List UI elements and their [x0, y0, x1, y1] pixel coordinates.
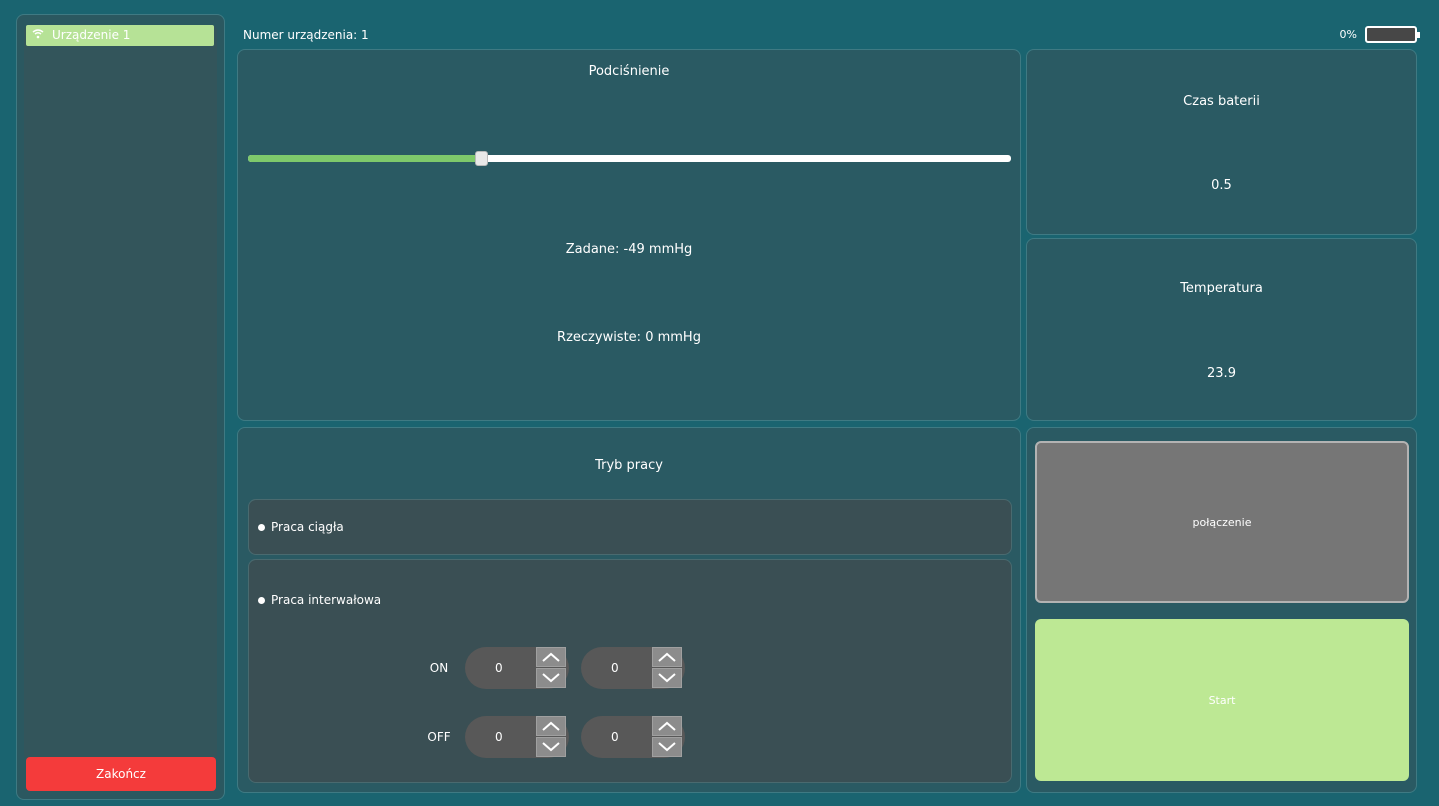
off-seconds-spinbox[interactable]: 0 — [581, 716, 685, 758]
chevron-up-icon[interactable] — [536, 647, 566, 667]
interval-mode-row[interactable]: Praca interwałowa ON 0 0 OFF 0 0 — [248, 559, 1012, 783]
close-button[interactable]: Zakończ — [26, 757, 216, 791]
slider-handle[interactable] — [474, 151, 488, 166]
on-seconds-spinbox[interactable]: 0 — [581, 647, 685, 689]
off-label: OFF — [427, 730, 451, 744]
continuous-mode-radio[interactable]: Praca ciągła — [258, 520, 344, 534]
current-pressure-label: Rzeczywiste: 0 mmHg — [557, 330, 701, 345]
pressure-title: Podciśnienie — [588, 64, 670, 79]
off-minutes-spinbox[interactable]: 0 — [465, 716, 569, 758]
device-sidebar: Urządzenie 1 Zakończ — [16, 14, 225, 800]
on-minutes-spinbox[interactable]: 0 — [465, 647, 569, 689]
chevron-down-icon[interactable] — [536, 668, 566, 688]
temperature-value: 23.9 — [1207, 366, 1236, 381]
off-time-row: OFF 0 0 — [419, 716, 685, 758]
battery-icon — [1365, 26, 1420, 43]
chevron-down-icon[interactable] — [652, 668, 682, 688]
continuous-mode-label: Praca ciągła — [271, 520, 344, 534]
work-mode-panel: Tryb pracy Praca ciągła Praca interwałow… — [237, 427, 1021, 793]
device-item-label: Urządzenie 1 — [52, 28, 131, 42]
battery-time-panel: Czas baterii 0.5 — [1026, 49, 1417, 235]
battery-time-value: 0.5 — [1211, 178, 1232, 193]
device-number-label: Numer urządzenia: 1 — [243, 28, 369, 42]
set-pressure-label: Zadane: -49 mmHg — [565, 242, 693, 257]
pressure-slider[interactable] — [248, 151, 1011, 166]
wifi-icon — [32, 25, 46, 46]
pressure-panel: Podciśnienie Zadane: -49 mmHg Rzeczywist… — [237, 49, 1021, 421]
continuous-mode-row[interactable]: Praca ciągła — [248, 499, 1012, 555]
battery-indicator: 0% — [1339, 26, 1420, 43]
device-list-item[interactable]: Urządzenie 1 — [26, 25, 214, 46]
slider-fill — [248, 155, 481, 162]
chevron-up-icon[interactable] — [652, 716, 682, 736]
chevron-up-icon[interactable] — [536, 716, 566, 736]
chevron-up-icon[interactable] — [652, 647, 682, 667]
start-button[interactable]: Start — [1035, 619, 1409, 781]
temperature-panel: Temperatura 23.9 — [1026, 238, 1417, 421]
connect-button[interactable]: połączenie — [1035, 441, 1409, 603]
actions-panel: połączenie Start — [1026, 427, 1417, 793]
battery-percent: 0% — [1339, 28, 1357, 41]
radio-dot-icon — [258, 523, 265, 531]
on-label: ON — [429, 661, 449, 675]
device-list: Urządzenie 1 — [24, 25, 217, 760]
work-mode-title: Tryb pracy — [595, 458, 663, 473]
interval-mode-label: Praca interwałowa — [271, 593, 382, 607]
on-time-row: ON 0 0 — [419, 647, 685, 689]
chevron-down-icon[interactable] — [652, 737, 682, 757]
chevron-down-icon[interactable] — [536, 737, 566, 757]
temperature-title: Temperatura — [1180, 281, 1263, 296]
battery-time-title: Czas baterii — [1183, 94, 1260, 109]
interval-mode-radio[interactable]: Praca interwałowa — [258, 593, 381, 607]
radio-dot-icon — [258, 596, 265, 604]
